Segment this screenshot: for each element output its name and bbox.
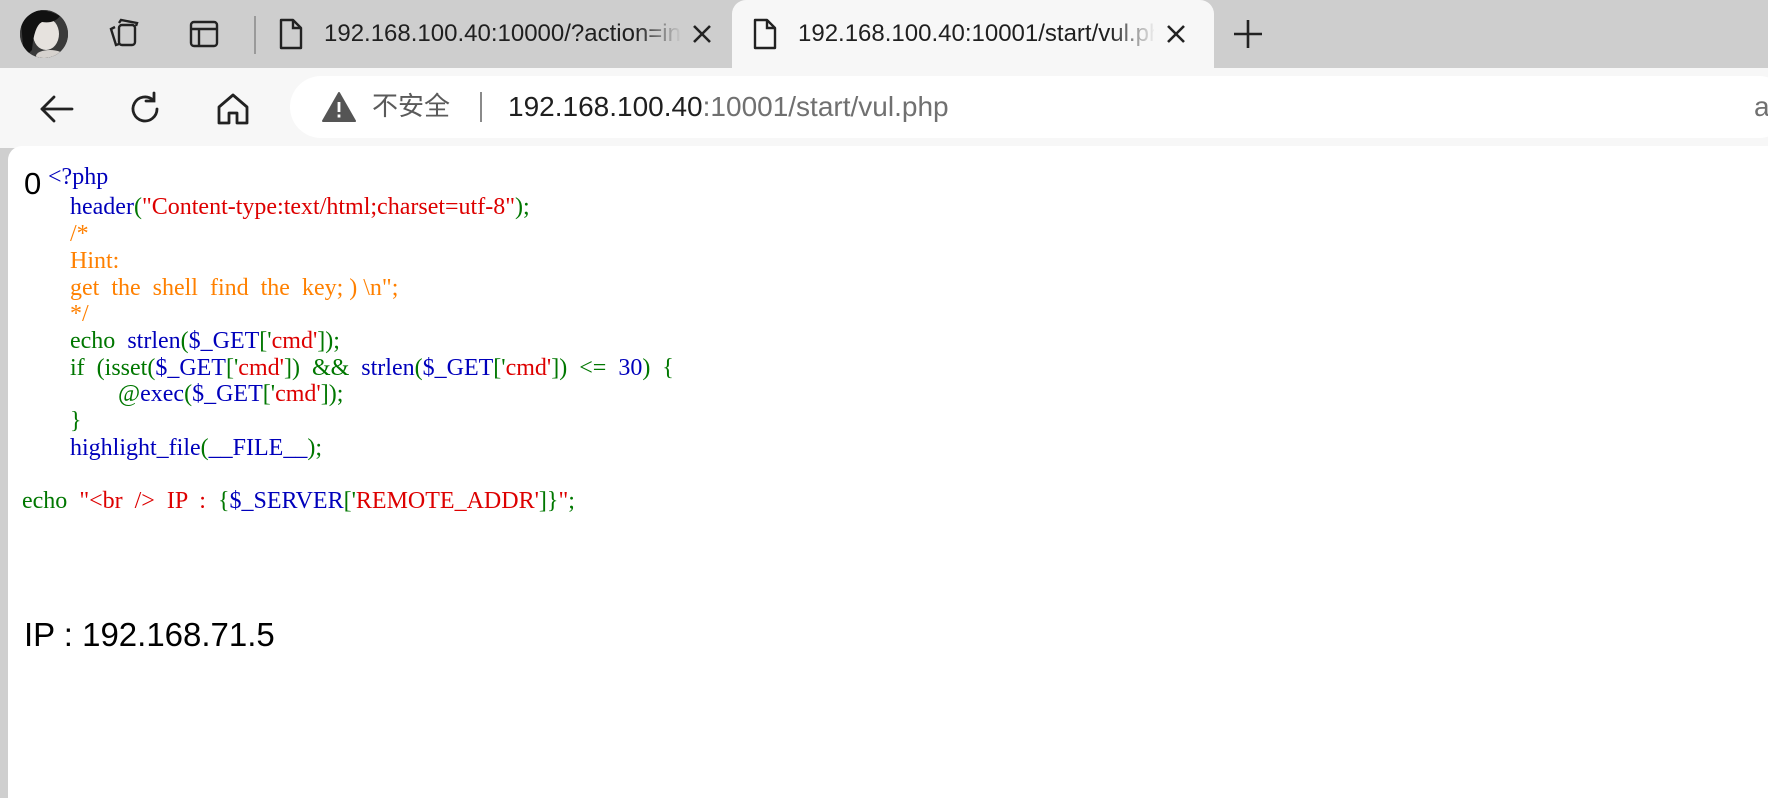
ip-output: IP : 192.168.71.5: [24, 616, 275, 653]
code-token: }: [22, 408, 82, 434]
tab-title: 192.168.100.40:10000/?action=index: [324, 20, 680, 47]
code-token: [': [343, 488, 356, 514]
code-line: @exec($_GET['cmd']);: [22, 379, 343, 409]
code-token: header: [22, 194, 134, 220]
code-token: strlen: [127, 328, 181, 354]
code-token: {: [217, 488, 230, 514]
code-token: ) {: [642, 355, 674, 381]
vertical-tabs-icon[interactable]: [184, 14, 224, 54]
code-token: if (isset(: [22, 355, 156, 381]
url-host: 192.168.100.40: [508, 91, 703, 122]
code-token: (: [180, 328, 189, 354]
tab-title: 192.168.100.40:10001/start/vul.php: [798, 20, 1154, 47]
code-token: cmd': [238, 355, 284, 381]
tab-title-fade: [636, 14, 682, 54]
url-text[interactable]: 192.168.100.40:10001/start/vul.php: [508, 88, 949, 126]
code-token: echo: [22, 488, 80, 514]
new-tab-icon[interactable]: [1228, 14, 1268, 54]
code-token: ]);: [317, 328, 340, 354]
code-token: ]}: [538, 488, 559, 514]
code-token: [': [262, 381, 276, 407]
code-token: $_GET: [155, 355, 226, 381]
code-token: cmd': [505, 355, 552, 381]
code-token: __FILE__: [208, 435, 308, 461]
code-token: (: [184, 381, 193, 407]
code-token: $_GET: [188, 328, 260, 354]
toolbar: 不安全 192.168.100.40:10001/start/vul.php a: [0, 68, 1768, 148]
profile-avatar[interactable]: [20, 10, 68, 58]
code-token: */: [22, 301, 89, 327]
code-line: /*: [22, 219, 89, 249]
code-token: REMOTE_ADDR': [355, 488, 539, 514]
address-trailing-text: a: [1754, 91, 1768, 122]
tab-title-fade: [1110, 14, 1156, 54]
code-line: }: [22, 406, 82, 436]
tab-index[interactable]: 192.168.100.40:10000/?action=index: [258, 0, 732, 68]
code-line: <?php: [48, 162, 108, 192]
page-icon: [276, 18, 306, 50]
code-token: cmd': [275, 381, 321, 407]
code-token: /*: [22, 221, 89, 247]
code-token: 30: [618, 355, 643, 381]
code-token: "Content-type:text/html;charset=utf-8": [141, 194, 515, 220]
code-token: );: [307, 435, 322, 461]
code-token: ]) <=: [551, 355, 619, 381]
code-line: Hint:: [22, 246, 119, 276]
close-icon[interactable]: [1162, 20, 1190, 48]
address-divider: [480, 92, 482, 122]
page-content: 0 <?php header("Content-type:text/html;c…: [8, 146, 1768, 798]
code-token: echo: [22, 328, 128, 354]
code-token: cmd': [271, 328, 318, 354]
code-token: exec: [140, 381, 185, 407]
tab-vul-php[interactable]: 192.168.100.40:10001/start/vul.php: [732, 0, 1214, 68]
code-token: $_GET: [192, 381, 263, 407]
workspaces-icon[interactable]: [104, 14, 144, 54]
warning-icon[interactable]: [322, 91, 356, 123]
code-line: echo "<br /> IP : {$_SERVER['REMOTE_ADDR…: [22, 486, 575, 516]
code-token: strlen: [361, 355, 415, 381]
security-label[interactable]: 不安全: [372, 88, 450, 126]
code-token: "<br /> IP :: [79, 488, 218, 514]
code-token: Hint:: [22, 248, 120, 274]
code-token: );: [515, 194, 530, 220]
code-token: (: [200, 435, 209, 461]
back-icon[interactable]: [34, 86, 80, 132]
code-token: ]);: [320, 381, 344, 407]
code-line: echo strlen($_GET['cmd']);: [22, 326, 340, 356]
tab-separator: [254, 16, 256, 54]
refresh-icon[interactable]: [122, 86, 168, 132]
code-line: */: [22, 299, 89, 329]
code-token: ]) &&: [283, 355, 362, 381]
close-icon[interactable]: [688, 20, 716, 48]
code-token: [': [225, 355, 239, 381]
code-line: highlight_file(__FILE__);: [22, 433, 322, 463]
address-bar[interactable]: 不安全 192.168.100.40:10001/start/vul.php a: [290, 76, 1768, 138]
code-token: ": [558, 488, 569, 514]
code-token: (: [414, 355, 423, 381]
url-path: :10001/start/vul.php: [702, 91, 949, 122]
code-token: [': [259, 328, 272, 354]
tab-strip: 192.168.100.40:10000/?action=index 192.1…: [0, 0, 1768, 68]
code-token: ;: [568, 488, 575, 514]
code-token: <?php: [48, 164, 109, 190]
code-line: header("Content-type:text/html;charset=u…: [22, 192, 530, 222]
code-token: $_SERVER: [229, 488, 344, 514]
home-icon[interactable]: [210, 86, 256, 132]
code-token: @: [22, 381, 141, 407]
code-token: highlight_file: [22, 435, 201, 461]
code-token: get the shell find the key; ) \n";: [22, 275, 399, 301]
code-token: (: [133, 194, 142, 220]
code-token: $_GET: [422, 355, 494, 381]
code-token: [': [493, 355, 506, 381]
page-icon: [750, 18, 780, 50]
